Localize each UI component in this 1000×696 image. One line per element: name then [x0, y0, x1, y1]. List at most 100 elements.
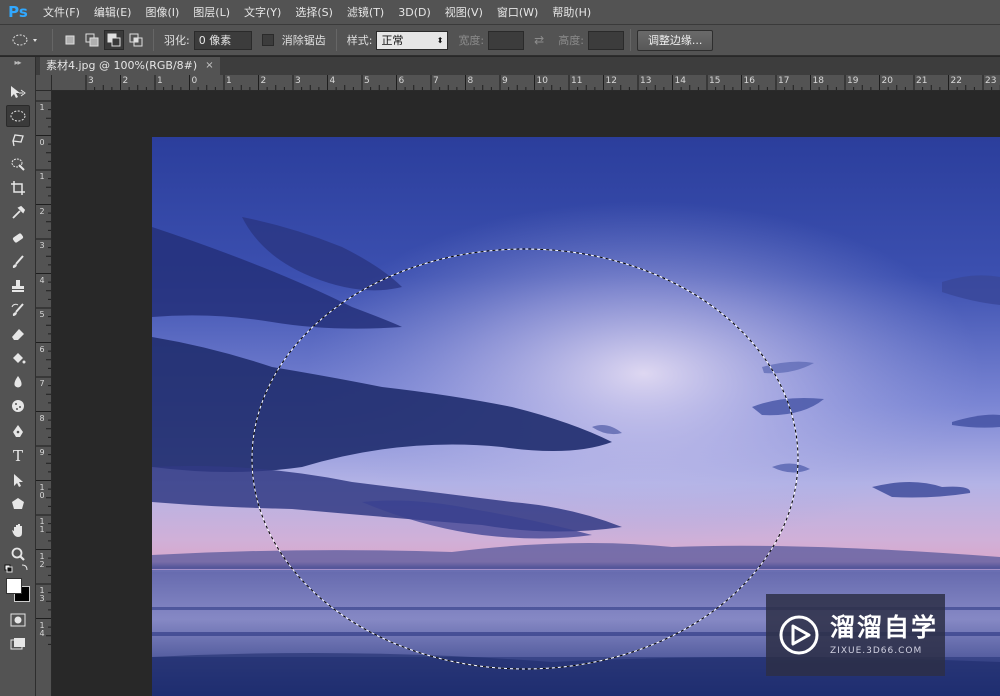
ruler-label: 1 — [157, 76, 163, 86]
intersect-selection-button[interactable] — [126, 30, 146, 50]
type-tool[interactable]: T — [6, 445, 30, 467]
eyedropper-tool[interactable] — [6, 201, 30, 223]
crop-icon — [11, 181, 25, 195]
ruler-label: 23 — [985, 76, 997, 86]
path-selection-icon — [14, 474, 23, 487]
eraser-tool[interactable] — [6, 323, 30, 345]
tool-preset-picker[interactable] — [6, 28, 46, 52]
sponge-tool[interactable] — [6, 395, 30, 417]
path-selection-tool[interactable] — [6, 469, 30, 491]
tools-panel: ▸▸ T — [0, 57, 36, 696]
swap-colors-icon — [4, 564, 28, 573]
menu-select[interactable]: 选择(S) — [288, 0, 340, 25]
ruler-label: 6 — [39, 344, 45, 354]
swap-dimensions-icon[interactable]: ⇄ — [534, 33, 544, 47]
subtract-selection-icon — [107, 33, 121, 47]
color-swatches[interactable] — [5, 577, 31, 603]
foreground-color-swatch[interactable] — [6, 578, 22, 594]
menu-image[interactable]: 图像(I) — [138, 0, 186, 25]
ruler-label: 0 — [39, 137, 45, 147]
document-tab-title: 素材4.jpg @ 100%(RGB/8#) — [46, 59, 198, 72]
horizontal-ruler[interactable]: 3 2 1 0 1 2 3 4 5 6 7 8 9 10 11 12 13 14 15 16 17 18 19 20 21 22 2… — [52, 75, 1000, 91]
spot-healing-tool[interactable] — [6, 227, 30, 249]
ruler-label: 8 — [467, 76, 474, 86]
panel-grip-icon[interactable]: ▸▸ — [0, 57, 35, 67]
separator — [335, 29, 337, 51]
separator — [629, 29, 631, 51]
watermark-badge: 溜溜自学 ZIXUE.3D66.COM — [766, 594, 945, 676]
ruler-label: 15 — [709, 76, 721, 86]
ruler-label: 1 0 — [39, 482, 45, 500]
menu-edit[interactable]: 编辑(E) — [87, 0, 139, 25]
document-tab[interactable]: 素材4.jpg @ 100%(RGB/8#) × — [40, 57, 220, 75]
quick-selection-icon — [11, 158, 25, 171]
close-icon[interactable]: × — [205, 57, 213, 75]
brush-icon — [12, 255, 24, 268]
separator — [153, 29, 154, 51]
zoom-tool[interactable] — [6, 543, 30, 565]
paint-bucket-icon — [13, 353, 26, 364]
refine-edge-button[interactable]: 调整边缘... — [636, 29, 714, 51]
antialias-checkbox[interactable] — [261, 34, 274, 46]
pen-tool[interactable] — [6, 421, 30, 443]
add-to-selection-button[interactable] — [82, 30, 102, 50]
ruler-label: 1 — [39, 103, 45, 112]
watermark-url: ZIXUE.3D66.COM — [830, 646, 923, 656]
droplet-icon — [14, 376, 22, 388]
ruler-label: 1 — [226, 76, 232, 86]
ruler-origin[interactable] — [36, 75, 52, 91]
paint-bucket-tool[interactable] — [6, 347, 30, 369]
menu-type[interactable]: 文字(Y) — [237, 0, 288, 25]
lasso-tool[interactable] — [6, 129, 30, 151]
height-input[interactable] — [587, 30, 624, 50]
eyedropper-icon — [12, 205, 26, 219]
blur-tool[interactable] — [6, 371, 30, 393]
ruler-label: 16 — [743, 76, 755, 86]
vertical-ruler[interactable]: 101234567891 01 11 21 31 4 — [36, 91, 52, 696]
add-selection-icon — [85, 33, 99, 47]
polygon-icon — [12, 498, 24, 509]
move-tool[interactable] — [6, 81, 30, 103]
shape-tool[interactable] — [6, 493, 30, 515]
ruler-label: 9 — [39, 448, 45, 457]
default-colors-swap[interactable] — [4, 563, 32, 573]
options-bar: 羽化: 0 像素 消除锯齿 样式: 正常 ⬍ 宽度: ⇄ 高度: 调整边缘... — [0, 25, 1000, 56]
hand-icon — [12, 524, 22, 537]
feather-label: 羽化: — [164, 34, 190, 47]
quick-selection-tool[interactable] — [6, 153, 30, 175]
screen-mode-button[interactable] — [6, 633, 30, 655]
ruler-label: 20 — [881, 76, 893, 86]
history-brush-tool[interactable] — [6, 299, 30, 321]
ruler-label: 2 — [260, 76, 267, 86]
ruler-label: 12 — [605, 76, 617, 86]
ruler-label: 2 — [39, 206, 45, 216]
width-input[interactable] — [488, 30, 525, 50]
menu-view[interactable]: 视图(V) — [438, 0, 490, 25]
ruler-label: 1 4 — [39, 620, 45, 638]
style-select[interactable]: 正常 ⬍ — [376, 30, 449, 50]
subtract-from-selection-button[interactable] — [104, 30, 124, 50]
crop-tool[interactable] — [6, 177, 30, 199]
screen-mode-icon — [10, 638, 25, 650]
ruler-label: 0 — [191, 76, 198, 86]
clone-stamp-tool[interactable] — [6, 275, 30, 297]
bandage-icon — [12, 233, 24, 243]
ruler-label: 13 — [640, 76, 652, 86]
new-selection-button[interactable] — [60, 30, 80, 50]
menu-window[interactable]: 窗口(W) — [490, 0, 545, 25]
quick-mask-button[interactable] — [6, 609, 30, 631]
menu-filter[interactable]: 滤镜(T) — [340, 0, 391, 25]
ruler-label: 10 — [536, 76, 548, 86]
feather-input[interactable]: 0 像素 — [193, 30, 252, 50]
menu-help[interactable]: 帮助(H) — [545, 0, 598, 25]
ruler-label: 6 — [398, 76, 405, 86]
hand-tool[interactable] — [6, 519, 30, 541]
elliptical-marquee-tool[interactable] — [6, 105, 30, 127]
menu-layer[interactable]: 图层(L) — [186, 0, 237, 25]
brush-tool[interactable] — [6, 251, 30, 273]
ruler-label: 3 — [88, 76, 94, 86]
menu-file[interactable]: 文件(F) — [36, 0, 87, 25]
ruler-label: 1 2 — [39, 551, 45, 569]
menu-3d[interactable]: 3D(D) — [391, 0, 438, 25]
stamp-icon — [12, 280, 24, 292]
